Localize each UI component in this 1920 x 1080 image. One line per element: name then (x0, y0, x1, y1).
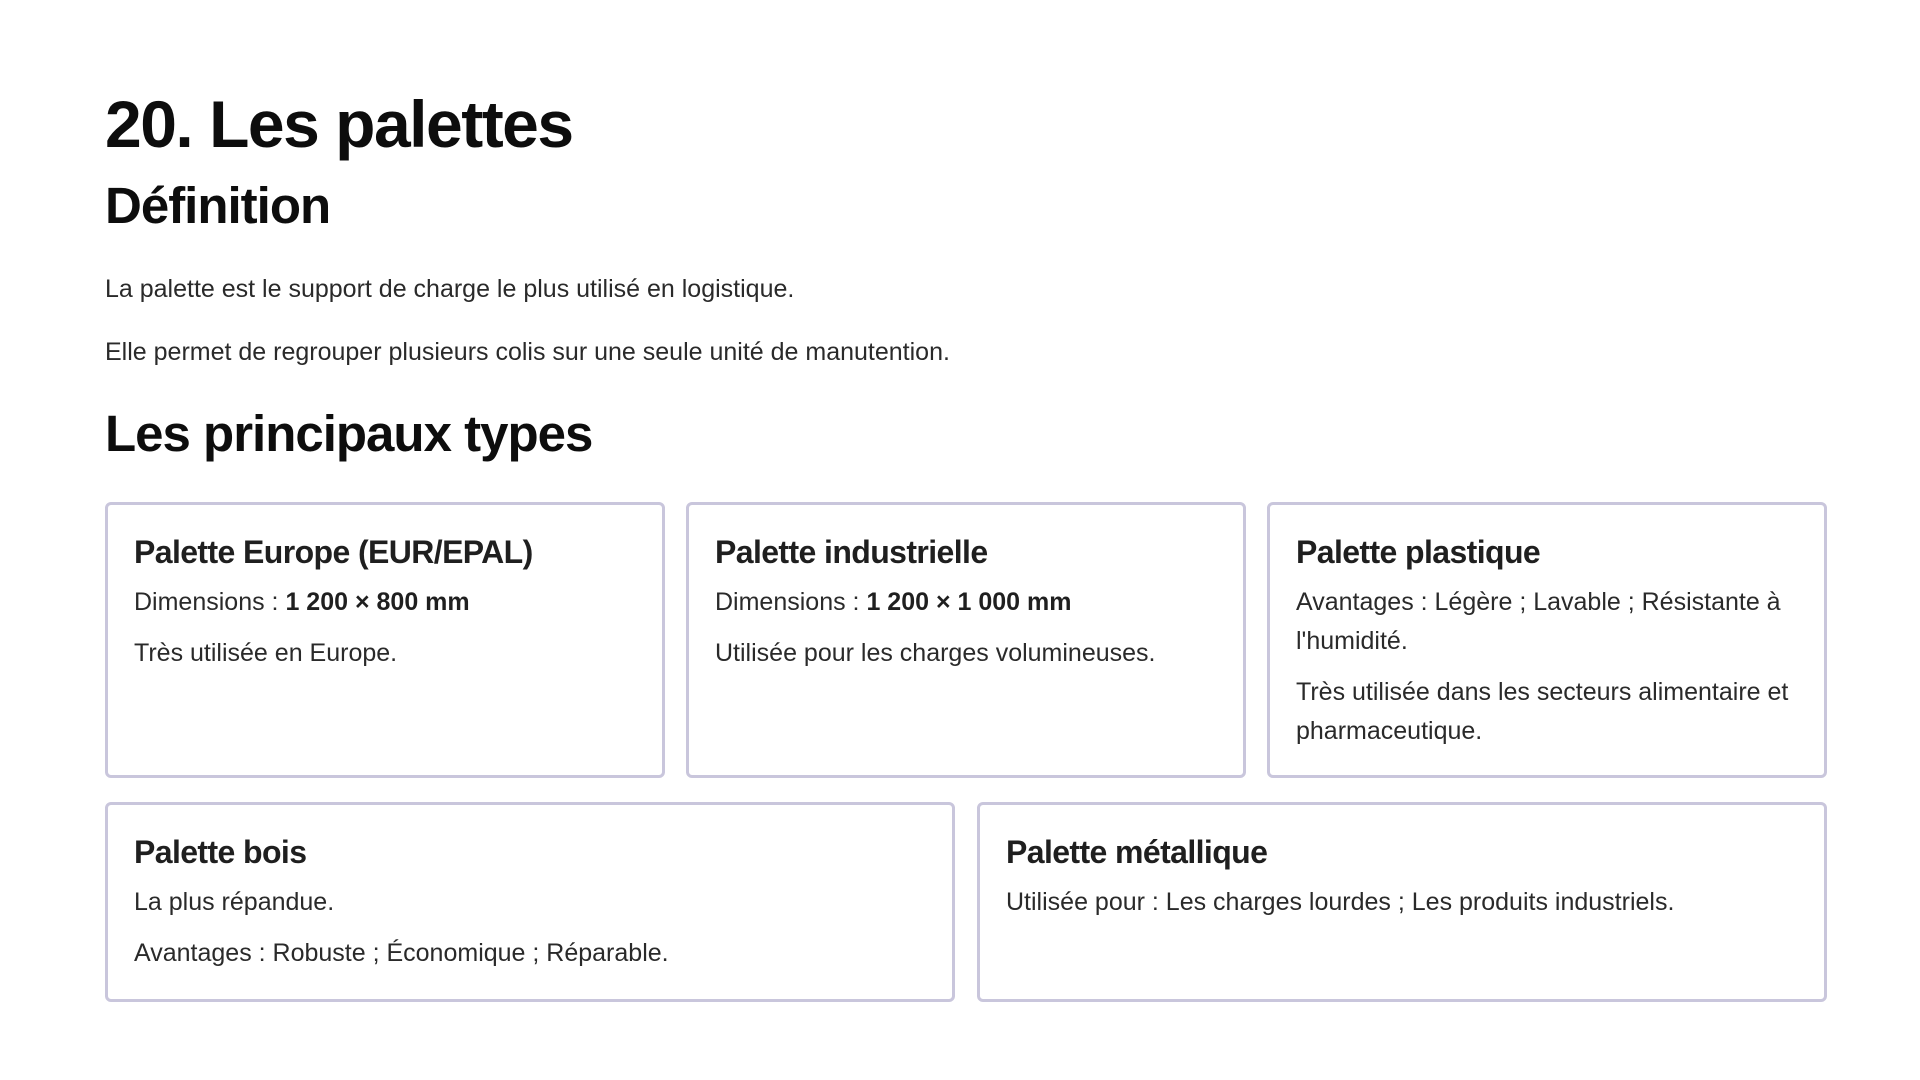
card-palette-metallique: Palette métallique Utilisée pour : Les c… (977, 802, 1827, 1002)
card-title: Palette plastique (1296, 534, 1541, 570)
dimensions-value: 1 200 × 1 000 mm (866, 588, 1072, 616)
card-usage: Utilisée pour : Les charges lourdes ; Le… (1006, 888, 1675, 916)
card-palette-bois: Palette bois La plus répandue. Avantages… (105, 802, 955, 1002)
card-note: Très utilisée en Europe. (134, 639, 398, 667)
card-title: Palette Europe (EUR/EPAL) (134, 534, 533, 570)
dimensions-value: 1 200 × 800 mm (285, 588, 470, 616)
definition-paragraph-1: La palette est le support de charge le p… (105, 275, 795, 303)
card-note: Très utilisée dans les secteurs alimenta… (1296, 678, 1789, 745)
card-dimensions: Dimensions : 1 200 × 1 000 mm (715, 583, 1217, 622)
page-title: 20. Les palettes (105, 87, 574, 161)
card-palette-europe: Palette Europe (EUR/EPAL) Dimensions : 1… (105, 502, 665, 778)
card-advantages: Avantages : Légère ; Lavable ; Résistant… (1296, 588, 1781, 655)
card-title: Palette bois (134, 834, 307, 870)
card-description: La plus répandue. (134, 888, 335, 916)
dimensions-label: Dimensions : (134, 588, 286, 616)
card-title: Palette métallique (1006, 834, 1268, 870)
card-palette-plastique: Palette plastique Avantages : Légère ; L… (1267, 502, 1827, 778)
card-title: Palette industrielle (715, 534, 988, 570)
definition-paragraph-2: Elle permet de regrouper plusieurs colis… (105, 338, 950, 366)
types-heading: Les principaux types (105, 405, 593, 462)
card-dimensions: Dimensions : 1 200 × 800 mm (134, 583, 636, 622)
definition-heading: Définition (105, 177, 331, 234)
dimensions-label: Dimensions : (715, 588, 867, 616)
card-palette-industrielle: Palette industrielle Dimensions : 1 200 … (686, 502, 1246, 778)
card-note: Utilisée pour les charges volumineuses. (715, 639, 1156, 667)
card-advantages: Avantages : Robuste ; Économique ; Répar… (134, 939, 669, 967)
